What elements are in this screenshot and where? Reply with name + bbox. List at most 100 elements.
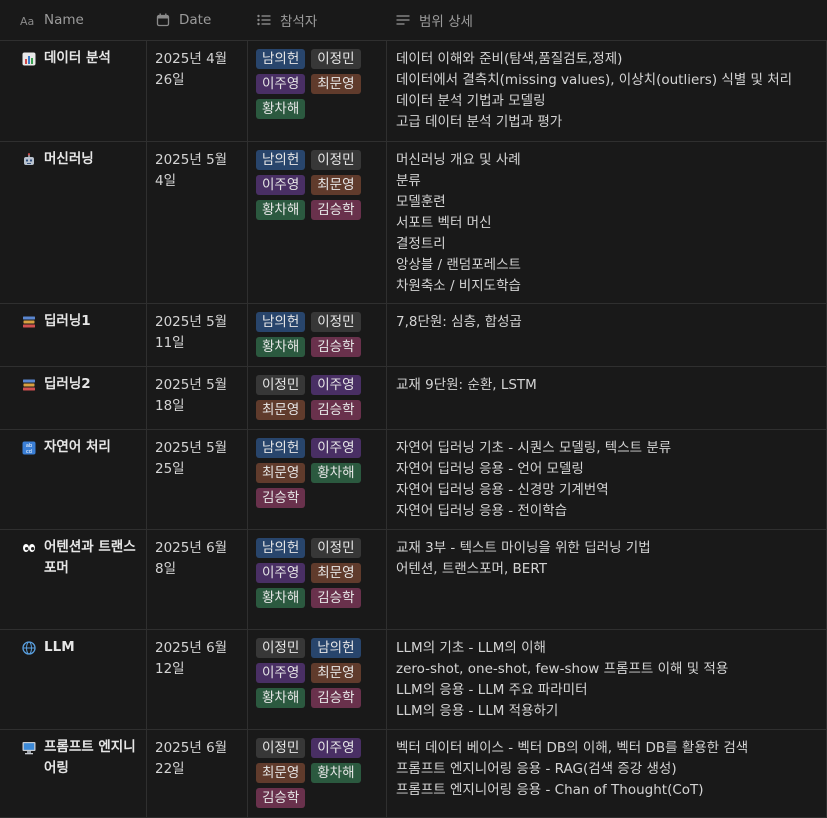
attendee-tag[interactable]: 최문영 [311,175,361,195]
attendee-tag[interactable]: 김승학 [311,200,361,220]
attendee-tag[interactable]: 이주영 [256,663,306,683]
name-cell[interactable]: 프롬프트 엔지니어링 [0,730,147,817]
scope-cell[interactable]: 벡터 데이터 베이스 - 벡터 DB의 이해, 벡터 DB를 활용한 검색 프롬프… [387,730,827,817]
attendee-tag[interactable]: 이정민 [256,375,306,395]
attendee-tag[interactable]: 최문영 [311,74,361,94]
attendee-tags: 남의헌 이정민 황차해 김승학 [256,312,374,357]
attendee-tag[interactable]: 김승학 [311,688,361,708]
attendees-cell[interactable]: 남의헌 이주영 최문영 황차해 김승학 [248,430,387,529]
attendee-tag[interactable]: 남의헌 [256,49,306,69]
scope-line: 차원축소 / 비지도학습 [396,278,521,294]
attendees-cell[interactable]: 이정민 남의헌 이주영 최문영 황차해 김승학 [248,630,387,729]
attendee-tag[interactable]: 남의헌 [311,638,361,658]
table-row[interactable]: LLM 2025년 6월 12일 이정민 남의헌 이주영 최문영 황차해 김승학 LLM의 기초… [0,630,827,730]
page-title[interactable]: 자연어 처리 [44,437,111,458]
attendees-cell[interactable]: 이정민 이주영 최문영 황차해 김승학 [248,730,387,817]
scope-cell[interactable]: 7,8단원: 심층, 합성곱 [387,304,827,366]
column-header-name[interactable]: Aa Name [0,0,147,40]
scope-line: 분류 [396,173,421,189]
attendee-tag[interactable]: 김승학 [311,588,361,608]
column-header-date[interactable]: Date [147,0,248,40]
attendees-cell[interactable]: 남의헌 이정민 황차해 김승학 [248,304,387,366]
attendee-tag[interactable]: 남의헌 [256,312,306,332]
attendee-tag[interactable]: 이주영 [256,74,306,94]
attendee-tag[interactable]: 황차해 [256,588,306,608]
page-title[interactable]: LLM [44,637,75,658]
attendee-tag[interactable]: 김승학 [311,337,361,357]
attendee-tag[interactable]: 최문영 [256,400,306,420]
attendee-tag[interactable]: 남의헌 [256,150,306,170]
attendee-tag[interactable]: 황차해 [256,688,306,708]
attendee-tag[interactable]: 최문영 [311,663,361,683]
table-row[interactable]: 딥러닝2 2025년 5월 18일 이정민 이주영 최문영 김승학 교재 9단원: 순환, … [0,367,827,430]
scope-line: 자연어 딥러닝 응용 - 신경망 기계번역 [396,482,609,498]
attendees-cell[interactable]: 남의헌 이정민 이주영 최문영 황차해 [248,41,387,141]
name-cell[interactable]: 데이터 분석 [0,41,147,141]
attendee-tag[interactable]: 남의헌 [256,438,306,458]
date-cell[interactable]: 2025년 5월 18일 [147,367,248,429]
attendee-tag[interactable]: 이정민 [311,538,361,558]
page-title[interactable]: 어텐션과 트랜스포머 [44,537,140,579]
date-cell[interactable]: 2025년 5월 25일 [147,430,248,529]
page-title[interactable]: 머신러닝 [44,149,94,170]
books-icon [22,315,36,329]
table-row[interactable]: 데이터 분석 2025년 4월 26일 남의헌 이정민 이주영 최문영 황차해 데이터 이해와… [0,41,827,142]
scope-cell[interactable]: 교재 3부 - 텍스트 마이닝을 위한 딥러닝 기법 어텐션, 트랜스포머, BE… [387,530,827,629]
attendee-tag[interactable]: 이주영 [256,563,306,583]
attendee-tag[interactable]: 이정민 [256,738,306,758]
page-title[interactable]: 데이터 분석 [44,48,111,69]
date-cell[interactable]: 2025년 4월 26일 [147,41,248,141]
attendee-tag[interactable]: 황차해 [256,200,306,220]
scope-line: 데이터에서 결측치(missing values), 이상치(outliers)… [396,72,793,88]
date-cell[interactable]: 2025년 5월 4일 [147,142,248,303]
attendee-tag[interactable]: 김승학 [256,488,306,508]
name-cell[interactable]: LLM [0,630,147,729]
attendees-cell[interactable]: 남의헌 이정민 이주영 최문영 황차해 김승학 [248,142,387,303]
table-row[interactable]: 머신러닝 2025년 5월 4일 남의헌 이정민 이주영 최문영 황차해 김승학 머신러닝 개요… [0,142,827,304]
attendee-tag[interactable]: 이정민 [311,150,361,170]
attendee-tag[interactable]: 황차해 [311,463,361,483]
scope-cell[interactable]: 데이터 이해와 준비(탐색,품질검토,정제) 데이터에서 결측치(missing … [387,41,827,141]
attendee-tag[interactable]: 남의헌 [256,538,306,558]
name-cell[interactable]: 딥러닝2 [0,367,147,429]
attendee-tag[interactable]: 김승학 [256,788,306,808]
attendee-tag[interactable]: 황차해 [311,763,361,783]
attendee-tag[interactable]: 황차해 [256,337,306,357]
date-cell[interactable]: 2025년 6월 8일 [147,530,248,629]
date-cell[interactable]: 2025년 5월 11일 [147,304,248,366]
table-row[interactable]: 어텐션과 트랜스포머 2025년 6월 8일 남의헌 이정민 이주영 최문영 황차해 김승학 교… [0,530,827,630]
page-title[interactable]: 프롬프트 엔지니어링 [44,737,140,779]
attendee-tag[interactable]: 이정민 [311,312,361,332]
attendee-tag[interactable]: 황차해 [256,99,306,119]
date-cell[interactable]: 2025년 6월 22일 [147,730,248,817]
attendees-cell[interactable]: 이정민 이주영 최문영 김승학 [248,367,387,429]
attendee-tag[interactable]: 이정민 [256,638,306,658]
attendees-cell[interactable]: 남의헌 이정민 이주영 최문영 황차해 김승학 [248,530,387,629]
page-title[interactable]: 딥러닝1 [44,311,91,332]
page-title[interactable]: 딥러닝2 [44,374,91,395]
attendee-tag[interactable]: 최문영 [256,463,306,483]
attendee-tag[interactable]: 최문영 [311,563,361,583]
table-row[interactable]: 딥러닝1 2025년 5월 11일 남의헌 이정민 황차해 김승학 7,8단원: 심층, 합… [0,304,827,367]
date-value: 2025년 5월 11일 [155,314,228,351]
scope-cell[interactable]: LLM의 기초 - LLM의 이해 zero-shot, one-shot, fe… [387,630,827,729]
attendee-tags: 이정민 남의헌 이주영 최문영 황차해 김승학 [256,638,374,708]
scope-cell[interactable]: 머신러닝 개요 및 사례 분류 모델훈련 서포트 벡터 머신 결정트리 앙상블 / 랜덤포… [387,142,827,303]
scope-cell[interactable]: 자연어 딥러닝 기초 - 시퀀스 모델링, 텍스트 분류 자연어 딥러닝 응용 -… [387,430,827,529]
name-cell[interactable]: ab cd 자연어 처리 [0,430,147,529]
attendee-tag[interactable]: 이정민 [311,49,361,69]
name-cell[interactable]: 딥러닝1 [0,304,147,366]
name-cell[interactable]: 어텐션과 트랜스포머 [0,530,147,629]
date-cell[interactable]: 2025년 6월 12일 [147,630,248,729]
attendee-tag[interactable]: 이주영 [311,738,361,758]
column-header-scope[interactable]: 범위 상세 [387,0,827,40]
scope-cell[interactable]: 교재 9단원: 순환, LSTM [387,367,827,429]
attendee-tag[interactable]: 이주영 [311,438,361,458]
table-row[interactable]: ab cd 자연어 처리 2025년 5월 25일 남의헌 이주영 최문영 황차해 김승학 자연어… [0,430,827,530]
attendee-tag[interactable]: 이주영 [256,175,306,195]
attendee-tag[interactable]: 최문영 [256,763,306,783]
attendee-tag[interactable]: 이주영 [311,375,361,395]
attendee-tag[interactable]: 김승학 [311,400,361,420]
column-header-attendees[interactable]: 참석자 [248,0,387,40]
name-cell[interactable]: 머신러닝 [0,142,147,303]
